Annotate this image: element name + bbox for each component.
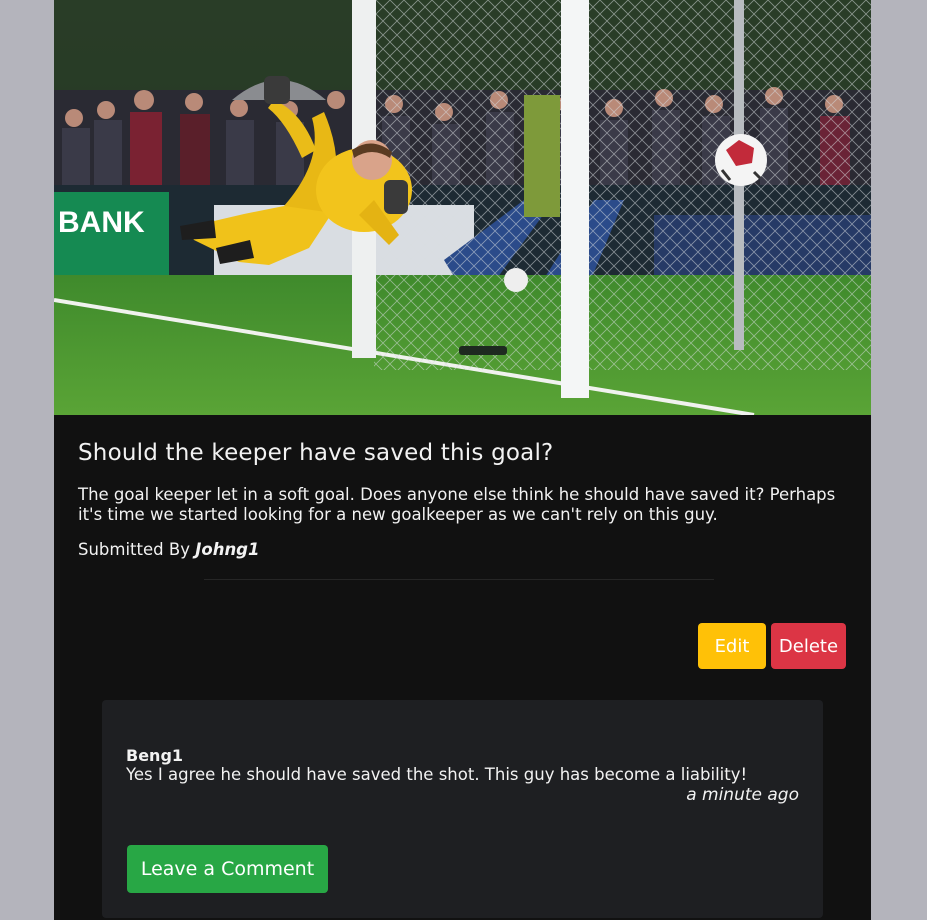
post-card: BANK Should the keeper have saved this g… [54,0,871,920]
comment-timestamp: a minute ago [686,785,799,805]
ad-board-text: BANK [58,206,145,239]
divider [204,579,714,580]
edit-button[interactable]: Edit [698,623,766,669]
delete-button[interactable]: Delete [771,623,846,669]
submitted-by-label: Submitted By [78,540,190,559]
post-body: The goal keeper let in a soft goal. Does… [78,485,836,524]
submitted-by: Submitted By Johng1 [78,540,259,559]
post-image: BANK [54,0,871,415]
post-title: Should the keeper have saved this goal? [78,440,554,466]
post-author: Johng1 [195,540,260,559]
leave-comment-button[interactable]: Leave a Comment [127,845,328,893]
comment-text: Yes I agree he should have saved the sho… [126,765,748,784]
comments-panel: Beng1 Yes I agree he should have saved t… [102,700,823,918]
comment-author: Beng1 [126,746,184,765]
